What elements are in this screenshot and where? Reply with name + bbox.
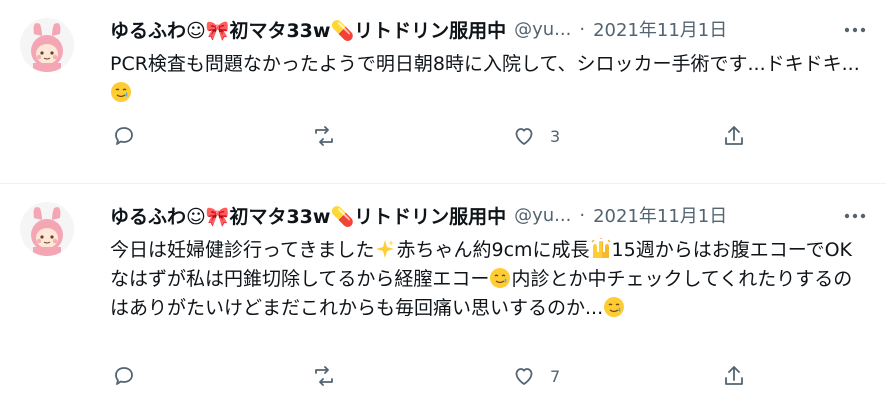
reply-button[interactable] <box>112 124 136 148</box>
tweet-date[interactable]: 2021年11月1日 <box>593 202 727 228</box>
like-button[interactable]: 3 <box>512 124 560 148</box>
tweet[interactable]: ゆるふわ☺🎀初マタ33w💊リトドリン服用中 @yu... · 2021年11月1… <box>0 184 886 412</box>
avatar[interactable] <box>20 202 74 256</box>
tweet-text: 今日は妊婦健診行ってきました 赤ちゃん約9cmに成長 15週からはお腹エコーでO… <box>110 236 866 323</box>
reply-icon <box>115 367 133 385</box>
heart-icon <box>515 368 533 385</box>
separator-dot: · <box>579 204 586 226</box>
tweet-header: ゆるふわ☺🎀初マタ33w💊リトドリン服用中 @yu... · 2021年11月1… <box>110 14 866 44</box>
sparkles-emoji <box>376 240 395 258</box>
like-count: 3 <box>550 126 561 146</box>
like-button[interactable]: 7 <box>512 364 560 388</box>
tweet-feed: ゆるふわ☺🎀初マタ33w💊リトドリン服用中 @yu... · 2021年11月1… <box>0 0 886 412</box>
display-name[interactable]: ゆるふわ☺🎀初マタ33w💊リトドリン服用中 <box>110 202 506 229</box>
more-icon[interactable] <box>838 16 872 44</box>
heart-icon <box>515 128 533 145</box>
avatar[interactable] <box>20 18 74 72</box>
tweet-header: ゆるふわ☺🎀初マタ33w💊リトドリン服用中 @yu... · 2021年11月1… <box>110 200 866 230</box>
retweet-button[interactable] <box>312 124 336 148</box>
retweet-icon <box>315 366 333 386</box>
share-icon <box>725 366 743 385</box>
username-handle[interactable]: @yu... <box>514 205 571 226</box>
display-name[interactable]: ゆるふわ☺🎀初マタ33w💊リトドリン服用中 <box>110 16 506 43</box>
tweet-date[interactable]: 2021年11月1日 <box>593 16 727 42</box>
share-button[interactable] <box>722 364 746 388</box>
separator-dot: · <box>579 18 586 40</box>
tweet-content: ゆるふわ☺🎀初マタ33w💊リトドリン服用中 @yu... · 2021年11月1… <box>110 14 866 108</box>
tweet-text: PCR検査も問題なかったようで明日朝8時に入院して、シロッカー手術です...ドキ… <box>110 50 866 108</box>
reply-button[interactable] <box>112 364 136 388</box>
reply-icon <box>115 127 133 145</box>
smiling-face-with-tear-emoji <box>111 82 131 102</box>
raising-hands-emoji <box>591 238 610 258</box>
tweet[interactable]: ゆるふわ☺🎀初マタ33w💊リトドリン服用中 @yu... · 2021年11月1… <box>0 0 886 184</box>
like-count: 7 <box>550 366 561 386</box>
share-button[interactable] <box>722 124 746 148</box>
tweet-text-part: 赤ちゃん約9cmに成長 <box>396 239 590 261</box>
tweet-text-part: PCR検査も問題なかったようで明日朝8時に入院して、シロッカー手術です...ドキ… <box>110 53 860 75</box>
smiling-face-with-tear-emoji <box>490 268 511 288</box>
retweet-icon <box>315 126 333 146</box>
tweet-text-part: 今日は妊婦健診行ってきました <box>110 239 375 261</box>
more-icon[interactable] <box>838 202 872 230</box>
share-icon <box>725 126 743 145</box>
smiling-face-with-tear-emoji <box>604 297 625 317</box>
retweet-button[interactable] <box>312 364 336 388</box>
username-handle[interactable]: @yu... <box>514 19 571 40</box>
tweet-content: ゆるふわ☺🎀初マタ33w💊リトドリン服用中 @yu... · 2021年11月1… <box>110 200 866 323</box>
